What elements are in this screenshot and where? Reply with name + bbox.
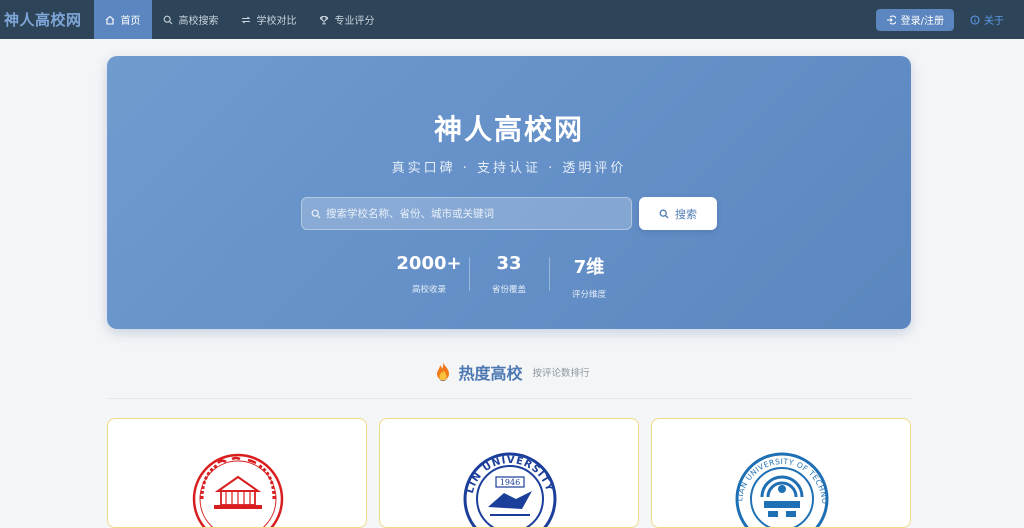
red-university-seal-logo — [192, 453, 284, 527]
school-card[interactable] — [107, 418, 367, 528]
stat-dimensions: 7维 评分维度 — [549, 253, 629, 300]
stats-row: 2000+ 高校收录 33 省份覆盖 7维 评分维度 — [107, 253, 911, 300]
section-divider — [107, 398, 911, 399]
about-link[interactable]: 关于 — [970, 12, 1004, 27]
section-title: 热度高校 — [458, 364, 523, 383]
seal-year: 1946 — [500, 478, 520, 487]
hero-title: 神人高校网 — [433, 113, 584, 146]
nav-item-label: 学校对比 — [256, 16, 297, 27]
nav-item-school-search[interactable]: 高校搜索 — [152, 0, 230, 39]
stat-value: 33 — [496, 253, 522, 274]
school-card[interactable]: LIN UNIVERSITY 1946 — [379, 418, 639, 528]
nav-item-label: 高校搜索 — [178, 16, 219, 27]
hero-subtitle: 真实口碑 · 支持认证 · 透明评价 — [391, 161, 627, 176]
stat-label: 省份覆盖 — [491, 285, 526, 295]
search-icon — [163, 15, 172, 24]
home-icon — [105, 15, 114, 25]
stat-provinces: 33 省份覆盖 — [469, 253, 549, 300]
search-icon — [659, 209, 669, 218]
search-button[interactable]: 搜索 — [639, 197, 717, 230]
search-icon — [311, 209, 321, 218]
search-button-label: 搜索 — [675, 207, 697, 221]
stat-value: 7维 — [573, 257, 605, 278]
top-navbar: 神人高校网 首页 高校搜索 学校对比 专业评分 登录/注册 关于 — [0, 0, 1024, 39]
school-card[interactable]: LIAN UNIVERSITY OF TECHNOLOGY — [651, 418, 911, 528]
hot-schools-header: 热度高校 按评论数排行 — [0, 360, 1024, 384]
login-register-label: 登录/注册 — [900, 16, 944, 27]
blue-university-seal-logo: LIN UNIVERSITY 1946 — [463, 452, 557, 527]
compare-icon — [241, 16, 250, 23]
search-placeholder: 搜索学校名称、省份、城市或关键词 — [326, 208, 494, 220]
stat-schools: 2000+ 高校收录 — [389, 253, 469, 300]
stat-value: 2000+ — [396, 253, 462, 274]
trophy-icon — [319, 15, 328, 24]
blue-technology-university-seal-logo: LIAN UNIVERSITY OF TECHNOLOGY — [732, 449, 829, 527]
nav-item-label: 专业评分 — [334, 16, 375, 27]
brand-logo[interactable]: 神人高校网 — [0, 9, 94, 30]
nav-item-label: 首页 — [120, 16, 141, 27]
stat-label: 高校收录 — [411, 285, 446, 295]
navbar-right: 登录/注册 关于 — [875, 8, 1024, 31]
login-register-button[interactable]: 登录/注册 — [875, 8, 954, 31]
hero-banner: 神人高校网 真实口碑 · 支持认证 · 透明评价 搜索学校名称、省份、城市或关键… — [107, 56, 911, 329]
login-icon — [886, 14, 896, 25]
fire-icon — [437, 362, 450, 382]
stat-label: 评分维度 — [571, 290, 606, 300]
info-icon — [970, 14, 980, 25]
nav-item-home[interactable]: 首页 — [93, 0, 152, 39]
nav-item-school-compare[interactable]: 学校对比 — [230, 0, 308, 39]
section-subtitle: 按评论数排行 — [532, 368, 590, 379]
nav-item-major-rating[interactable]: 专业评分 — [308, 0, 386, 39]
search-input[interactable]: 搜索学校名称、省份、城市或关键词 — [301, 197, 632, 230]
about-label: 关于 — [984, 16, 1004, 27]
